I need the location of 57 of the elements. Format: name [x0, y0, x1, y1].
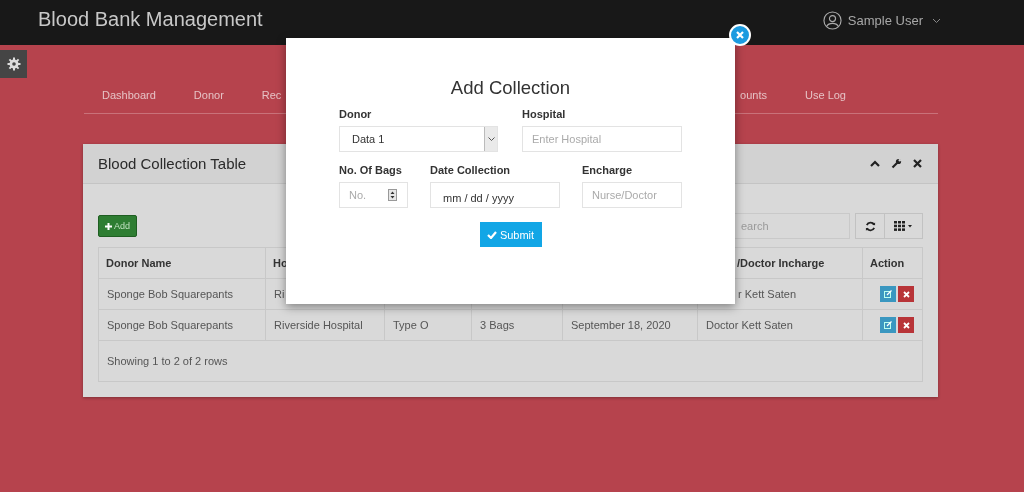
table-cell: Sponge Bob Squarepants [107, 288, 233, 300]
table-cell: 3 Bags [480, 319, 515, 331]
check-icon [486, 230, 497, 239]
settings-icon [6, 57, 21, 71]
user-icon [822, 11, 842, 30]
settings-button[interactable] [0, 50, 27, 78]
column-header: Action [870, 257, 905, 269]
delete-icon [902, 290, 910, 298]
nav-link[interactable]: Use Log [805, 87, 846, 113]
field-label: No. Of Bags [339, 164, 403, 176]
refresh-icon [864, 220, 876, 232]
close-icon [736, 31, 744, 39]
field-label: Hospital [522, 108, 567, 120]
table-summary: Showing 1 to 2 of 2 rows [107, 355, 228, 367]
delete-button[interactable] [898, 286, 914, 302]
edit-button[interactable] [880, 286, 896, 302]
input-field[interactable]: Nurse/Doctor [582, 182, 682, 208]
date-field[interactable]: mm / dd / yyyy [430, 182, 560, 208]
collapse-icon[interactable] [870, 160, 880, 167]
number-field[interactable]: No. [339, 182, 408, 208]
field-label: Encharge [582, 164, 634, 176]
table-cell: Type O [393, 319, 429, 331]
edit-button[interactable] [880, 317, 896, 333]
column-header: /Doctor Incharge [736, 257, 825, 269]
input-field[interactable]: Enter Hospital [522, 126, 682, 152]
table-cell-text: r Kett Saten [737, 288, 797, 300]
delete-button[interactable] [898, 317, 914, 333]
delete-icon [902, 321, 910, 329]
nav-link[interactable]: ounts [740, 87, 767, 113]
grid-icon [894, 221, 913, 231]
table-cell: Ri [274, 288, 285, 300]
wrench-icon[interactable] [891, 158, 902, 169]
table-cell: September 18, 2020 [571, 319, 671, 331]
refresh-button[interactable] [855, 213, 885, 239]
add-button[interactable]: Add [98, 215, 137, 237]
table-cell: Sponge Bob Squarepants [107, 319, 233, 331]
edit-icon [884, 290, 892, 298]
column-header: Donor Name [106, 257, 172, 269]
columns-button[interactable] [885, 213, 923, 239]
modal-title: Add Collection [449, 77, 572, 99]
field-label: Date Collection [430, 164, 512, 176]
user-menu[interactable]: Sample User [822, 11, 941, 30]
submit-button[interactable]: Submit [479, 222, 542, 247]
nav-link[interactable]: Donor [193, 87, 224, 113]
close-icon[interactable] [913, 159, 922, 168]
plus-icon [105, 222, 112, 230]
donor-select[interactable]: Data 1 [339, 126, 498, 152]
table-cell: Riverside Hospital [274, 319, 363, 331]
field-label: Donor [339, 108, 373, 120]
edit-icon [884, 321, 892, 329]
table-cell: Doctor Kett Saten [706, 319, 793, 331]
nav-link[interactable]: Rec [261, 87, 282, 113]
panel-title: Blood Collection Table [98, 155, 247, 172]
chevron-down-icon [932, 17, 941, 24]
app-title: Blood Bank Management [38, 8, 263, 31]
nav-link[interactable]: Dashboard [102, 87, 156, 113]
spinner-icon [388, 189, 397, 201]
